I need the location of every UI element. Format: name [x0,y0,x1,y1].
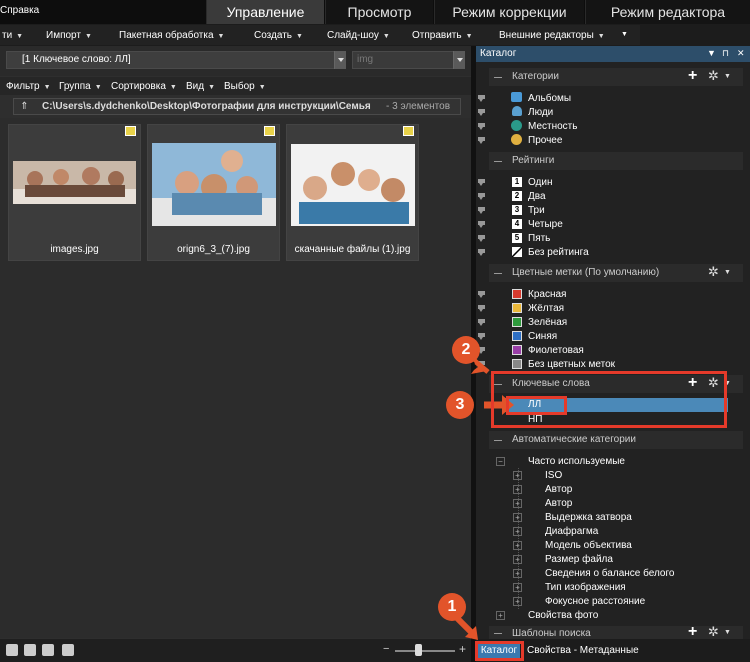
highlight-keyword-ll [506,396,567,415]
callout-badge: 2 [452,336,480,364]
annotation-arrows [454,356,514,640]
arrow-1-shaft [454,615,475,636]
highlight-catalog-tab [475,641,524,661]
callout-badge: 3 [446,391,474,419]
callout-badge: 1 [438,593,466,621]
